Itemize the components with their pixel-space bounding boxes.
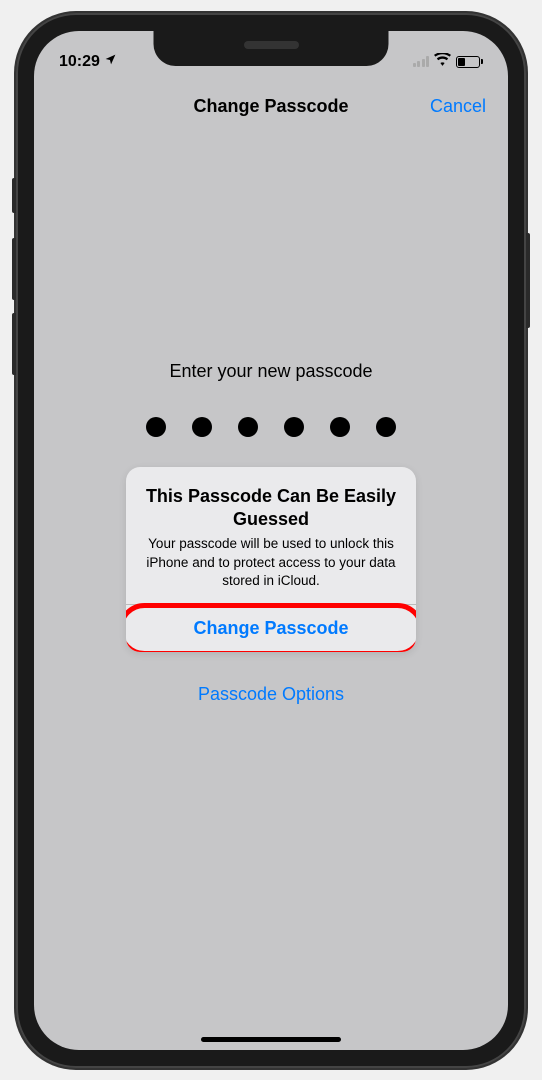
alert-content: This Passcode Can Be Easily Guessed Your…: [126, 467, 416, 604]
notch: [154, 31, 389, 66]
status-time: 10:29: [59, 53, 100, 71]
status-bar-right: [413, 53, 484, 71]
alert-title: This Passcode Can Be Easily Guessed: [144, 485, 398, 532]
passcode-dot: [284, 417, 304, 437]
passcode-dot: [192, 417, 212, 437]
volume-up-button: [12, 238, 16, 300]
battery-icon: [456, 56, 483, 68]
location-icon: [104, 53, 117, 71]
volume-down-button: [12, 313, 16, 375]
passcode-options-button[interactable]: Passcode Options: [198, 684, 344, 705]
wifi-icon: [434, 53, 451, 71]
cellular-signal-icon: [413, 56, 430, 67]
screen: 10:29 C: [34, 31, 508, 1050]
change-passcode-button[interactable]: Change Passcode: [126, 605, 416, 652]
passcode-dot: [238, 417, 258, 437]
content-area: Enter your new passcode This Passcode Ca…: [34, 31, 508, 1050]
passcode-dot: [376, 417, 396, 437]
phone-side-buttons-right: [526, 233, 530, 328]
alert-message: Your passcode will be used to unlock thi…: [144, 535, 398, 590]
home-indicator[interactable]: [201, 1037, 341, 1042]
power-button: [526, 233, 530, 328]
passcode-prompt: Enter your new passcode: [169, 361, 372, 382]
passcode-dot: [330, 417, 350, 437]
passcode-dot: [146, 417, 166, 437]
alert-button-container: Change Passcode: [126, 604, 416, 652]
status-bar-left: 10:29: [59, 53, 117, 71]
mute-switch: [12, 178, 16, 213]
passcode-entry[interactable]: [146, 417, 396, 437]
phone-frame: 10:29 C: [16, 13, 526, 1068]
alert-dialog: This Passcode Can Be Easily Guessed Your…: [126, 467, 416, 652]
